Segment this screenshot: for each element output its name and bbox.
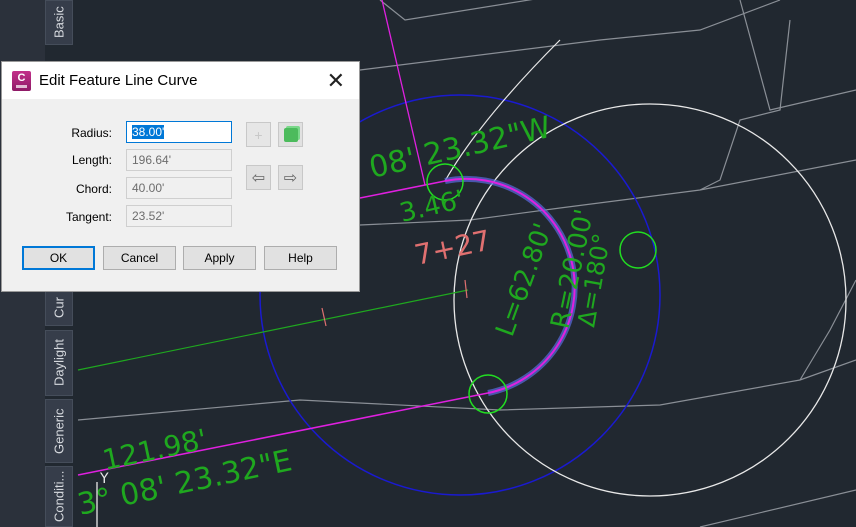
radius-label: Radius:: [71, 126, 112, 140]
edit-feature-line-curve-dialog: C Edit Feature Line Curve ✕ Radius: 38.0…: [1, 61, 360, 292]
tab-label: Cur: [51, 297, 67, 319]
previous-button[interactable]: ⇦: [246, 165, 271, 190]
tab-label: Conditi...: [51, 470, 67, 523]
grip-circle[interactable]: [619, 231, 657, 269]
cancel-button[interactable]: Cancel: [103, 246, 176, 270]
tab-label: Basic: [51, 6, 67, 39]
crosshair-icon: +: [254, 126, 263, 143]
green-cube-icon: [283, 127, 298, 142]
palette-tab-basic[interactable]: Basic: [45, 0, 73, 45]
surface-line: [699, 489, 856, 527]
pick-point-button[interactable]: +: [246, 122, 271, 147]
station-tick: [464, 279, 468, 299]
dialog-title: Edit Feature Line Curve: [39, 72, 198, 89]
surface-line: [799, 279, 856, 381]
length-field: 196.64': [126, 149, 232, 171]
tangent-label: Tangent:: [65, 210, 112, 224]
apply-button[interactable]: Apply: [183, 246, 256, 270]
palette-tab-daylight[interactable]: Daylight: [45, 330, 73, 396]
tangent-field: 23.52': [126, 205, 232, 227]
arrow-left-icon: ⇦: [251, 169, 266, 187]
help-button[interactable]: Help: [264, 246, 337, 270]
civil3d-app-icon: C: [12, 70, 31, 91]
surface-line: [739, 0, 856, 111]
station-label: 7+27: [412, 224, 494, 272]
grip-circle[interactable]: [468, 374, 508, 414]
dialog-titlebar[interactable]: C Edit Feature Line Curve ✕: [2, 62, 359, 99]
palette-tab-conditional[interactable]: Conditi...: [45, 466, 73, 527]
tab-label: Daylight: [51, 339, 67, 387]
station-tick: [321, 307, 327, 327]
surface-line: [699, 19, 791, 191]
close-icon[interactable]: ✕: [327, 68, 345, 94]
tab-label: Generic: [51, 408, 67, 454]
distance-label: 3.46': [397, 185, 467, 229]
next-button[interactable]: ⇨: [278, 165, 303, 190]
palette-tab-generic[interactable]: Generic: [45, 399, 73, 463]
length-label: Length:: [71, 153, 112, 167]
select-object-button[interactable]: [278, 122, 303, 147]
ok-button[interactable]: OK: [22, 246, 95, 270]
ucs-y-label: Y: [99, 471, 109, 487]
palette-tab-curve[interactable]: Cur: [45, 290, 73, 326]
green-line: [77, 289, 469, 371]
surface-line: [379, 0, 533, 21]
chord-label: Chord:: [75, 182, 112, 196]
bearing-label: 08' 23.32"W: [366, 110, 554, 186]
chord-field: 40.00': [126, 177, 232, 199]
arrow-right-icon: ⇨: [283, 169, 298, 187]
radius-input[interactable]: 38.00': [126, 121, 232, 143]
